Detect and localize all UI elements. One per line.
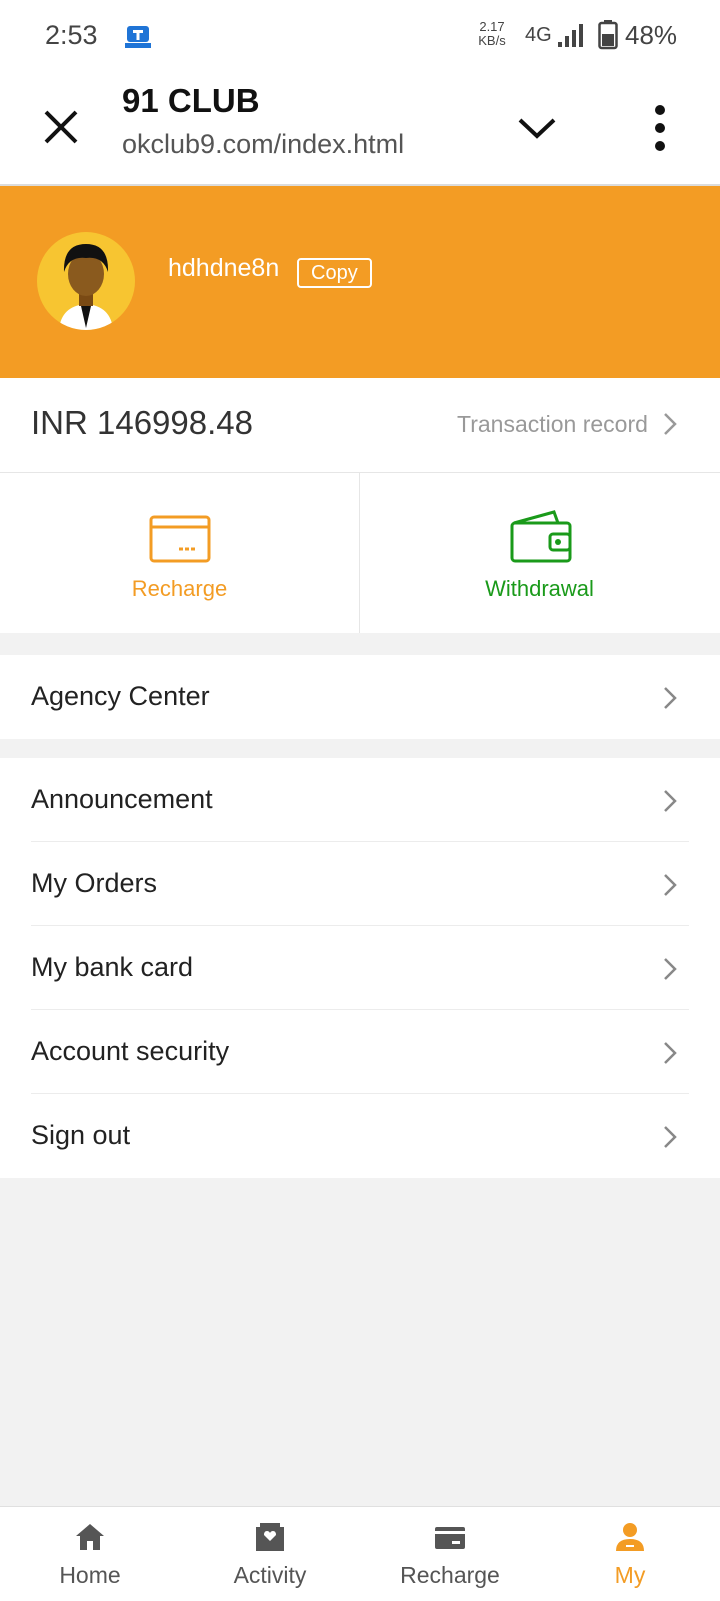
recharge-label: Recharge xyxy=(131,576,228,601)
balance-row: INR 146998.48 Transaction record xyxy=(0,378,720,473)
menu-list: Announcement My Orders My bank card Acco… xyxy=(0,758,720,1178)
nav-label: Activity xyxy=(233,1562,307,1588)
chevron-down-icon[interactable] xyxy=(512,108,562,148)
wallet-actions: Recharge Withdrawal xyxy=(0,473,720,633)
profile-header: hdhdne8n Copy xyxy=(0,186,720,378)
recharge-button[interactable]: Recharge xyxy=(0,473,359,633)
status-time: 2:53 xyxy=(45,20,98,50)
username: hdhdne8n xyxy=(168,254,280,282)
menu-item-sign-out[interactable]: Sign out xyxy=(0,1094,720,1178)
recharge-icon xyxy=(435,1527,465,1549)
close-icon[interactable] xyxy=(36,102,86,152)
menu-item-label: My bank card xyxy=(31,952,194,982)
chevron-right-icon[interactable] xyxy=(662,411,678,437)
menu-item-label: Agency Center xyxy=(31,681,210,711)
user-icon xyxy=(616,1523,644,1551)
menu-item-agency-center[interactable]: Agency Center xyxy=(0,655,720,739)
menu-item-account-security[interactable]: Account security xyxy=(0,1010,720,1094)
balance-amount: INR 146998.48 xyxy=(31,404,253,441)
card-icon xyxy=(149,515,211,563)
signal-icon xyxy=(558,24,583,47)
page-url[interactable]: okclub9.com/index.html xyxy=(122,129,404,160)
battery-level: 48% xyxy=(625,20,678,50)
network-type: 4G xyxy=(525,24,552,46)
avatar-icon xyxy=(59,244,113,330)
more-vertical-icon[interactable] xyxy=(640,98,680,158)
battery-icon xyxy=(598,20,618,50)
nav-label: Home xyxy=(59,1562,121,1588)
avatar xyxy=(37,232,135,330)
chevron-right-icon xyxy=(664,874,677,896)
activity-icon xyxy=(256,1523,284,1551)
menu-item-bank-card[interactable]: My bank card xyxy=(0,926,720,1010)
agency-card: Agency Center xyxy=(0,655,720,739)
network-speed: 2.17 KB/s xyxy=(478,19,506,48)
nav-item-my[interactable]: My xyxy=(540,1507,720,1601)
nav-label: Recharge xyxy=(400,1562,500,1588)
menu-item-label: Account security xyxy=(31,1036,230,1066)
chevron-right-icon xyxy=(664,1042,677,1064)
status-bar: 2:53 2.17 KB/s 4G 48% xyxy=(0,0,720,72)
chevron-right-icon xyxy=(664,958,677,980)
menu-item-label: Announcement xyxy=(31,784,213,814)
withdrawal-label: Withdrawal xyxy=(485,576,594,601)
nav-item-activity[interactable]: Activity xyxy=(180,1507,360,1601)
nav-item-home[interactable]: Home xyxy=(0,1507,180,1601)
chevron-right-icon xyxy=(664,1126,677,1148)
home-icon xyxy=(76,1524,104,1550)
menu-item-label: Sign out xyxy=(31,1120,131,1150)
chevron-right-icon xyxy=(664,790,677,812)
page-title: 91 CLUB xyxy=(122,82,260,119)
withdrawal-button[interactable]: Withdrawal xyxy=(360,473,719,633)
menu-item-label: My Orders xyxy=(31,868,158,898)
browser-header: 91 CLUB okclub9.com/index.html xyxy=(0,72,720,186)
chevron-right-icon xyxy=(664,687,677,709)
bottom-nav: Home Activity Recharge My xyxy=(0,1506,720,1601)
transaction-record-link[interactable]: Transaction record xyxy=(457,411,648,438)
nav-item-recharge[interactable]: Recharge xyxy=(360,1507,540,1601)
nav-label: My xyxy=(614,1562,646,1588)
menu-item-my-orders[interactable]: My Orders xyxy=(0,842,720,926)
menu-item-announcement[interactable]: Announcement xyxy=(0,758,720,842)
wallet-icon xyxy=(510,510,572,563)
copy-button[interactable]: Copy xyxy=(297,258,372,288)
app-notification-icon xyxy=(125,26,151,48)
